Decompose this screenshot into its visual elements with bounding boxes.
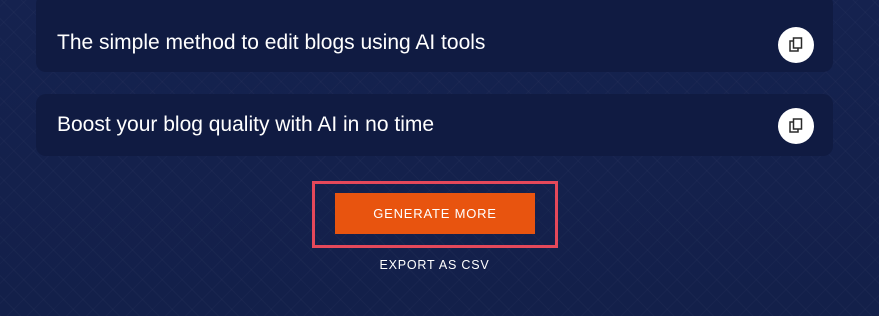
export-csv-link-row: EXPORT AS CSV [0,258,869,272]
generate-more-button[interactable]: GENERATE MORE [335,193,535,234]
result-card: The simple method to edit blogs using AI… [36,0,833,72]
copy-button[interactable] [778,108,814,144]
copy-button[interactable] [778,27,814,63]
export-csv-link[interactable]: EXPORT AS CSV [380,258,490,272]
result-text: Boost your blog quality with AI in no ti… [57,113,435,136]
result-text: The simple method to edit blogs using AI… [57,31,486,54]
copy-icon [789,37,803,52]
copy-icon [789,118,803,133]
result-card: Boost your blog quality with AI in no ti… [36,94,833,156]
